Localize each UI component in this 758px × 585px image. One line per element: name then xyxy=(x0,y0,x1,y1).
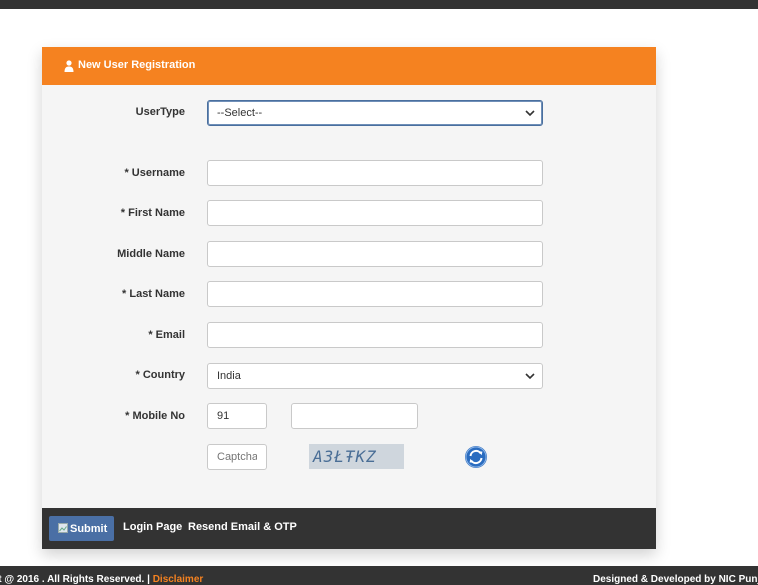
disclaimer-link[interactable]: Disclaimer xyxy=(153,574,204,585)
email-input[interactable] xyxy=(207,322,543,348)
action-bar: Submit Login Page Resend Email & OTP xyxy=(42,508,656,549)
top-bar xyxy=(0,0,758,9)
chevron-down-icon xyxy=(525,110,535,117)
copyright-label: ght @ 2016 . All Rights Reserved. | xyxy=(0,574,150,585)
last-name-input[interactable] xyxy=(207,281,543,307)
refresh-icon[interactable] xyxy=(464,445,488,469)
usertype-select[interactable]: --Select-- xyxy=(207,100,543,126)
usertype-label: UserType xyxy=(135,106,185,118)
last-name-label: * Last Name xyxy=(122,288,185,300)
country-select[interactable]: India xyxy=(207,363,543,389)
chevron-down-icon xyxy=(525,373,535,380)
captcha-image: A3ŁŦKZ xyxy=(309,444,404,469)
country-code-input[interactable]: 91 xyxy=(207,403,267,429)
first-name-input[interactable] xyxy=(207,200,543,226)
captcha-text: A3ŁŦKZ xyxy=(313,447,377,466)
login-page-link[interactable]: Login Page xyxy=(123,521,182,533)
submit-label: Submit xyxy=(70,523,108,535)
username-input[interactable] xyxy=(207,160,543,186)
page-footer: ght @ 2016 . All Rights Reserved. | Disc… xyxy=(0,566,758,585)
user-icon xyxy=(64,60,74,72)
resend-email-otp-link[interactable]: Resend Email & OTP xyxy=(188,521,297,533)
copyright-text: ght @ 2016 . All Rights Reserved. | Disc… xyxy=(0,574,203,585)
country-label: * Country xyxy=(135,369,186,381)
submit-button[interactable]: Submit xyxy=(49,516,114,541)
middle-name-label: Middle Name xyxy=(117,248,185,260)
username-label: * Username xyxy=(124,167,185,179)
first-name-label: * First Name xyxy=(120,207,185,219)
mobile-label: * Mobile No xyxy=(125,410,185,422)
broken-image-icon xyxy=(58,523,68,533)
panel-title: New User Registration xyxy=(78,59,196,71)
developer-credit: Designed & Developed by NIC Punj xyxy=(593,574,758,585)
email-label: * Email xyxy=(148,329,185,341)
captcha-input[interactable] xyxy=(207,444,267,470)
usertype-selected-value: --Select-- xyxy=(217,107,263,119)
panel-header: New User Registration xyxy=(42,47,656,85)
middle-name-input[interactable] xyxy=(207,241,543,267)
mobile-number-input[interactable] xyxy=(291,403,418,429)
registration-panel: New User Registration UserType --Select-… xyxy=(42,47,656,549)
country-selected-value: India xyxy=(217,370,241,382)
